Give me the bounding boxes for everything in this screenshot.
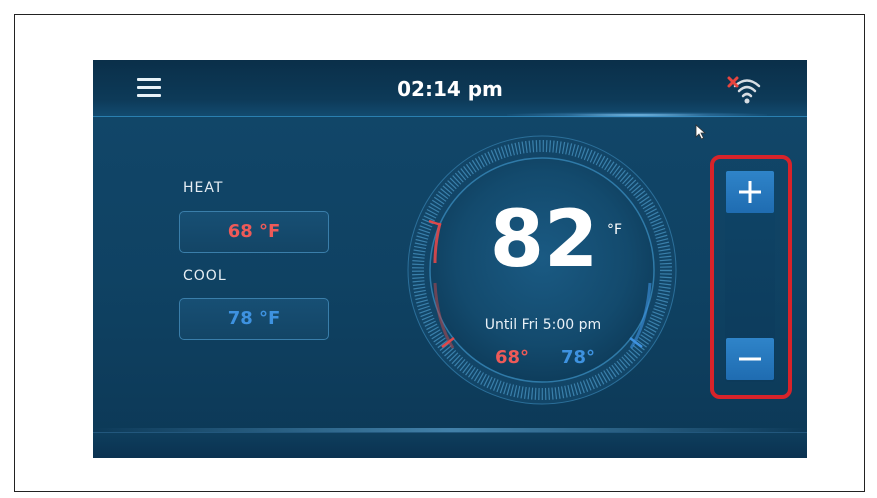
cool-setpoint-field[interactable]: 78 °F — [179, 298, 329, 340]
cool-label: COOL — [183, 268, 227, 284]
top-bar-glow — [507, 112, 767, 118]
current-temperature: 82 — [489, 195, 599, 285]
pointer-cursor-icon — [695, 124, 707, 140]
dial-cool-setpoint: 78° — [561, 347, 596, 368]
heat-label: HEAT — [183, 180, 224, 196]
clock-time: 02:14 pm — [397, 77, 503, 101]
heat-setpoint-field[interactable]: 68 °F — [179, 211, 329, 253]
wifi-off-icon[interactable] — [725, 72, 769, 108]
dial-heat-setpoint: 68° — [495, 347, 530, 368]
temperature-unit: °F — [607, 222, 623, 238]
thermostat-screen: 02:14 pm HEAT 68 °F COOL 78 °F 82 °F Unt… — [93, 60, 807, 458]
stepper-highlight-outline — [710, 155, 792, 399]
bottom-band — [93, 432, 807, 458]
schedule-text: Until Fri 5:00 pm — [484, 317, 602, 333]
